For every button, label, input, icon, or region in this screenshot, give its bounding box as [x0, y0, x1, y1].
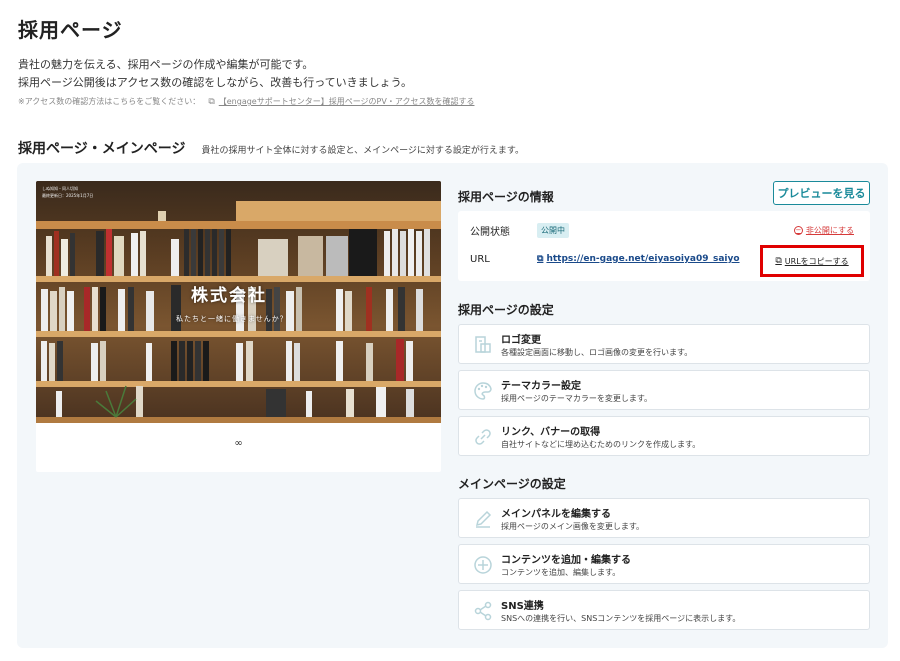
- link-banner-title: リンク、バナーの取得: [501, 427, 601, 438]
- preview-tagline: 私たちと一緒に働きませんか？: [176, 315, 288, 323]
- sns-link-card[interactable]: SNS連携 SNSへの連携を行い、SNSコンテンツを採用ページに表示します。: [458, 590, 870, 630]
- share-icon: [474, 601, 492, 621]
- unpublish-label: 非公開にする: [805, 225, 854, 235]
- logo-change-desc: 各種設定画面に移動し、ロゴ画像の変更を行います。: [501, 348, 693, 357]
- status-row: 公開状態 公開中 − 非公開にする: [470, 220, 860, 240]
- theme-color-desc: 採用ページのテーマカラーを変更します。: [501, 394, 653, 403]
- minus-circle-icon: −: [793, 225, 803, 235]
- preview-button[interactable]: プレビューを見る: [773, 181, 870, 205]
- sns-link-title: SNS連携: [501, 601, 544, 612]
- preview-company-name: 株式会社: [191, 286, 267, 306]
- add-content-title: コンテンツを追加・編集する: [501, 555, 631, 566]
- preview-footer-mark: ∞: [234, 438, 243, 449]
- page-title: 採用ページ: [18, 18, 123, 42]
- status-badge: 公開中: [537, 222, 569, 238]
- logo-icon: [475, 336, 491, 353]
- hero-image: しぬ知知・同人切知 最終更新日：2025年1月7日 株式会社 私たちと一緒に働き…: [36, 181, 441, 423]
- info-box: 公開状態 公開中 − 非公開にする URL ⧉ https://en-gage.…: [458, 211, 870, 281]
- unpublish-link[interactable]: − 非公開にする: [793, 225, 854, 236]
- page-description-line1: 貴社の魅力を伝える、採用ページの作成や編集が可能です。: [18, 58, 314, 71]
- edit-main-panel-card[interactable]: メインパネルを編集する 採用ページのメイン画像を変更します。: [458, 498, 870, 538]
- settings-panel: しぬ知知・同人切知 最終更新日：2025年1月7日 株式会社 私たちと一緒に働き…: [17, 163, 888, 648]
- copy-icon: ⧉: [775, 256, 782, 266]
- link-banner-desc: 自社サイトなどに埋め込むためのリンクを作成します。: [501, 440, 701, 449]
- status-label: 公開状態: [470, 226, 510, 238]
- page-url-text: https://en-gage.net/eiyasoiya09_saiyo: [546, 254, 740, 264]
- pencil-icon: [475, 510, 492, 528]
- copy-url-label: URLをコピーする: [784, 256, 849, 266]
- edit-main-panel-desc: 採用ページのメイン画像を変更します。: [501, 522, 645, 531]
- link-icon: [475, 429, 491, 445]
- main-settings-title: メインページの設定: [458, 477, 566, 491]
- copy-url-button[interactable]: ⧉ URLをコピーする: [760, 245, 864, 277]
- sns-link-desc: SNSへの連携を行い、SNSコンテンツを採用ページに表示します。: [501, 614, 741, 623]
- external-link-icon: ⧉: [537, 254, 544, 264]
- page-url-link[interactable]: ⧉ https://en-gage.net/eiyasoiya09_saiyo: [537, 254, 740, 264]
- edit-main-panel-title: メインパネルを編集する: [501, 509, 611, 520]
- plus-circle-icon: [474, 556, 492, 574]
- add-content-desc: コンテンツを追加、編集します。: [501, 568, 621, 577]
- logo-change-card[interactable]: ロゴ変更 各種設定画面に移動し、ロゴ画像の変更を行います。: [458, 324, 870, 364]
- info-title: 採用ページの情報: [458, 190, 554, 204]
- section-header: 採用ページ・メインページ 貴社の採用サイト全体に対する設定と、メインページに対す…: [18, 138, 524, 158]
- recruit-page-preview[interactable]: しぬ知知・同人切知 最終更新日：2025年1月7日 株式会社 私たちと一緒に働き…: [36, 181, 441, 472]
- page-description-line2: 採用ページ公開後はアクセス数の確認をしながら、改善も行っていきましょう。: [18, 76, 413, 89]
- settings-title: 採用ページの設定: [458, 303, 554, 317]
- add-content-card[interactable]: コンテンツを追加・編集する コンテンツを追加、編集します。: [458, 544, 870, 584]
- logo-change-title: ロゴ変更: [501, 335, 541, 346]
- url-label: URL: [470, 253, 490, 265]
- theme-color-card[interactable]: テーマカラー設定 採用ページのテーマカラーを変更します。: [458, 370, 870, 410]
- access-note-text: ※アクセス数の確認方法はこちらをご覧ください：: [18, 97, 201, 106]
- support-center-link[interactable]: 【engageサポートセンター】採用ページのPV・アクセス数を確認する: [219, 96, 475, 107]
- link-banner-card[interactable]: リンク、バナーの取得 自社サイトなどに埋め込むためのリンクを作成します。: [458, 416, 870, 456]
- section-title: 採用ページ・メインページ: [18, 141, 186, 157]
- access-note: ※アクセス数の確認方法はこちらをご覧ください： ⧉ 【engageサポートセンタ…: [18, 96, 474, 107]
- external-link-icon: ⧉: [208, 96, 215, 107]
- theme-color-title: テーマカラー設定: [501, 381, 581, 392]
- section-subtitle: 貴社の採用サイト全体に対する設定と、メインページに対する設定が行えます。: [201, 146, 525, 156]
- url-row: URL ⧉ https://en-gage.net/eiyasoiya09_sa…: [470, 245, 864, 277]
- palette-icon: [474, 382, 492, 400]
